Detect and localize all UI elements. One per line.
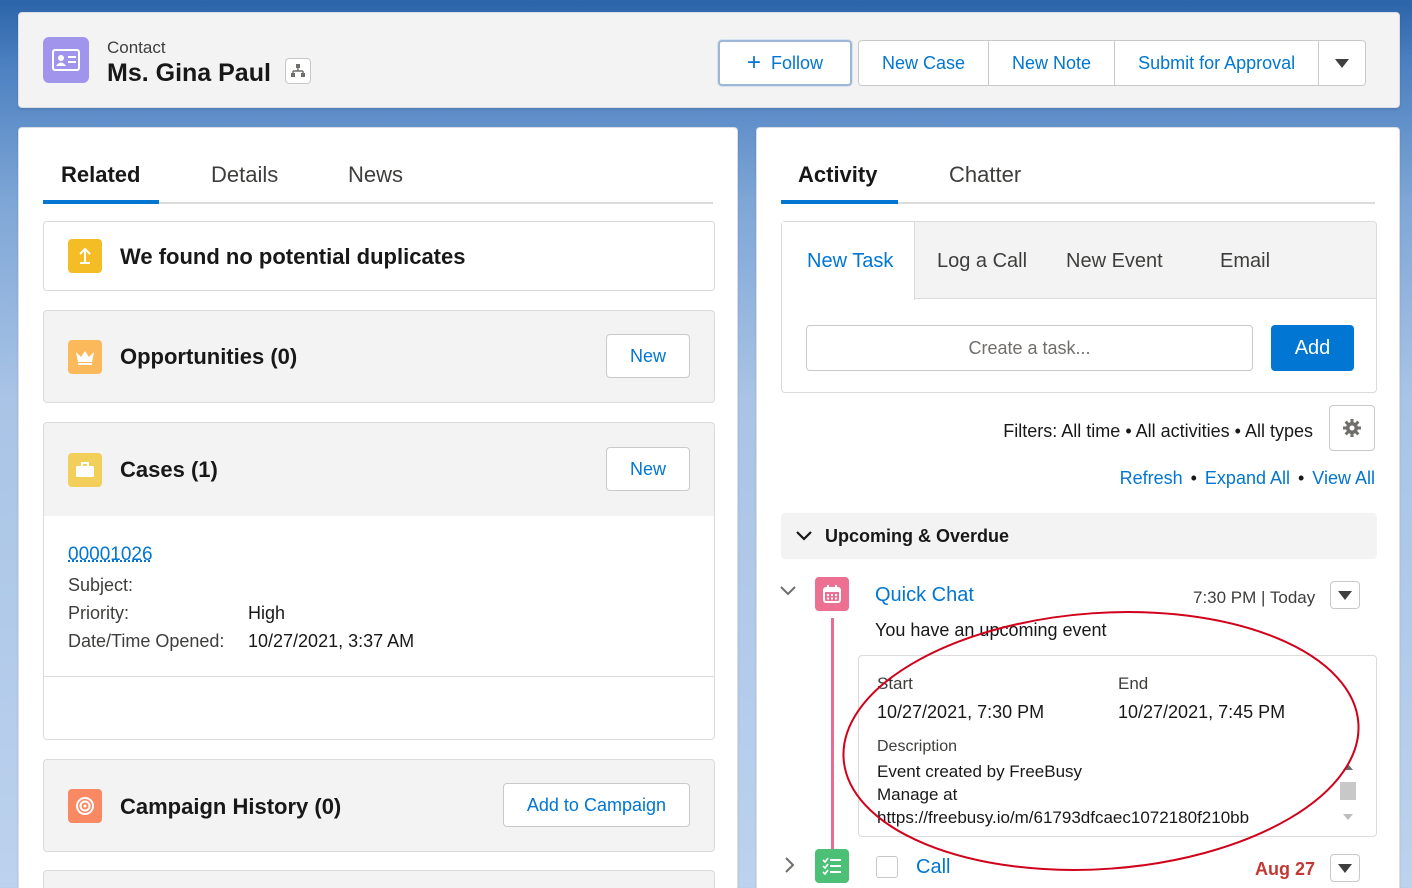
tab-new-task[interactable]: New Task xyxy=(807,250,893,273)
refresh-link[interactable]: Refresh xyxy=(1120,468,1183,489)
case-divider xyxy=(44,676,714,677)
description-scrollbar[interactable] xyxy=(1338,760,1358,824)
add-to-campaign-button[interactable]: Add to Campaign xyxy=(503,783,690,827)
call-due-date: Aug 27 xyxy=(1255,859,1315,880)
new-case-button[interactable]: New Case xyxy=(859,41,989,85)
tab-news[interactable]: News xyxy=(348,162,403,188)
more-actions-button[interactable] xyxy=(1319,41,1365,85)
new-case-related-button[interactable]: New xyxy=(606,447,690,491)
campaign-history-title: Campaign History (0) xyxy=(120,794,341,820)
upcoming-overdue-section[interactable]: Upcoming & Overdue xyxy=(781,513,1377,559)
add-task-button[interactable]: Add xyxy=(1271,325,1354,371)
call-complete-checkbox[interactable] xyxy=(876,856,898,878)
expand-event-chevron-icon[interactable] xyxy=(779,584,797,598)
description-line: Event created by FreeBusy xyxy=(877,760,1337,783)
activity-links: Refresh • Expand All • View All xyxy=(1120,468,1375,489)
campaign-history-card: Campaign History (0) Add to Campaign xyxy=(43,759,715,852)
activity-composer: New Task Log a Call New Event Email Crea… xyxy=(781,221,1377,393)
gear-icon xyxy=(1342,418,1362,438)
active-tab-indicator xyxy=(781,200,898,204)
tab-details[interactable]: Details xyxy=(211,162,278,188)
briefcase-icon xyxy=(68,453,102,487)
separator-dot: • xyxy=(1298,468,1304,489)
plus-icon: + xyxy=(747,51,761,75)
active-tab-indicator xyxy=(43,200,159,204)
tab-email[interactable]: Email xyxy=(1220,250,1270,273)
event-subtitle: You have an upcoming event xyxy=(875,620,1107,641)
contact-icon xyxy=(43,37,89,83)
duplicates-title: We found no potential duplicates xyxy=(120,244,465,270)
object-label: Contact xyxy=(107,38,166,58)
description-text: Event created by FreeBusy Manage at http… xyxy=(877,760,1337,829)
event-title-link[interactable]: Quick Chat xyxy=(875,584,974,607)
calendar-icon xyxy=(815,577,849,611)
tab-chatter[interactable]: Chatter xyxy=(949,162,1021,188)
cases-card: Cases (1) New xyxy=(43,422,715,517)
tab-log-a-call[interactable]: Log a Call xyxy=(937,250,1027,273)
start-label: Start xyxy=(877,674,913,694)
follow-label: Follow xyxy=(771,53,823,74)
new-opportunity-button[interactable]: New xyxy=(606,334,690,378)
crown-icon xyxy=(68,340,102,374)
case-subject-label: Subject: xyxy=(68,575,133,596)
description-line: Manage at xyxy=(877,783,1337,806)
task-list-icon xyxy=(815,849,849,883)
chevron-down-icon xyxy=(795,530,813,542)
tab-related[interactable]: Related xyxy=(61,162,140,188)
new-note-button[interactable]: New Note xyxy=(989,41,1115,85)
case-record: 00001026 Subject: Priority: High Date/Ti… xyxy=(43,516,715,740)
activity-panel: Activity Chatter New Task Log a Call New… xyxy=(756,127,1400,888)
case-opened-value: 10/27/2021, 3:37 AM xyxy=(248,631,414,652)
section-title: Upcoming & Overdue xyxy=(825,526,1009,547)
case-priority-value: High xyxy=(248,603,285,624)
cases-title: Cases (1) xyxy=(120,457,218,483)
view-all-link[interactable]: View All xyxy=(1312,468,1375,489)
call-title-link[interactable]: Call xyxy=(916,856,950,879)
submit-for-approval-button[interactable]: Submit for Approval xyxy=(1115,41,1319,85)
call-menu-button[interactable] xyxy=(1330,854,1360,882)
start-value: 10/27/2021, 7:30 PM xyxy=(877,702,1044,723)
case-priority-label: Priority: xyxy=(68,603,129,624)
follow-button[interactable]: + Follow xyxy=(718,40,852,86)
expand-call-chevron-icon[interactable] xyxy=(783,856,797,874)
target-icon xyxy=(68,789,102,823)
hierarchy-button[interactable] xyxy=(285,58,311,84)
case-number-link[interactable]: 00001026 xyxy=(68,544,153,566)
duplicates-card: We found no potential duplicates xyxy=(43,221,715,291)
description-label: Description xyxy=(877,738,957,756)
chevron-down-icon xyxy=(1338,864,1352,873)
related-panel: Related Details News We found no potenti… xyxy=(18,127,738,888)
merge-icon xyxy=(68,239,102,273)
tab-activity[interactable]: Activity xyxy=(798,162,877,188)
opportunities-card: Opportunities (0) New xyxy=(43,310,715,403)
create-task-input[interactable]: Create a task... xyxy=(806,325,1253,371)
event-menu-button[interactable] xyxy=(1330,581,1360,609)
end-label: End xyxy=(1118,674,1148,694)
event-details-box: Start 10/27/2021, 7:30 PM End 10/27/2021… xyxy=(858,655,1377,837)
chevron-down-icon xyxy=(1338,591,1352,600)
description-line: https://freebusy.io/m/61793dfcaec1072180… xyxy=(877,806,1337,829)
chevron-down-icon xyxy=(1335,59,1349,68)
composer-tab-bar: New Task Log a Call New Event Email xyxy=(782,222,1376,299)
event-time: 7:30 PM | Today xyxy=(1193,588,1315,608)
next-related-card xyxy=(43,870,715,888)
filters-text: Filters: All time • All activities • All… xyxy=(1003,421,1313,442)
record-header: Contact Ms. Gina Paul + Follow New Case … xyxy=(18,12,1400,108)
tab-new-event[interactable]: New Event xyxy=(1066,250,1163,273)
hierarchy-icon xyxy=(291,64,305,78)
case-opened-label: Date/Time Opened: xyxy=(68,631,224,652)
filter-settings-button[interactable] xyxy=(1329,405,1375,451)
left-tab-bar: Related Details News xyxy=(43,128,713,204)
end-value: 10/27/2021, 7:45 PM xyxy=(1118,702,1285,723)
right-tab-bar: Activity Chatter xyxy=(781,128,1375,204)
separator-dot: • xyxy=(1191,468,1197,489)
expand-all-link[interactable]: Expand All xyxy=(1205,468,1290,489)
opportunities-title: Opportunities (0) xyxy=(120,344,297,370)
timeline-line xyxy=(831,618,834,850)
action-button-group: New Case New Note Submit for Approval xyxy=(858,40,1366,86)
record-name: Ms. Gina Paul xyxy=(107,59,271,88)
